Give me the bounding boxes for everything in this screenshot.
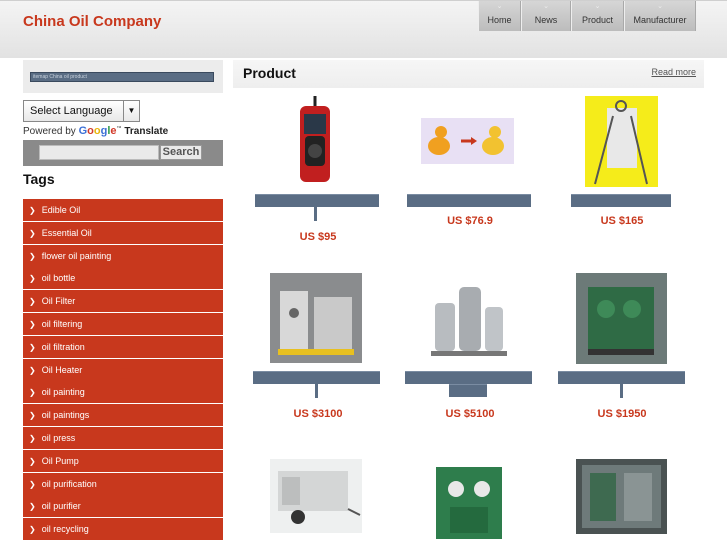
product-price: US $1950 (597, 408, 647, 420)
product-title-bar[interactable] (558, 371, 685, 384)
tag-item[interactable]: ❯ oil press (23, 426, 223, 449)
nav-news[interactable]: ⌄ News (521, 1, 571, 31)
language-select[interactable]: Select Language ▼ (23, 100, 140, 122)
green-machine-icon[interactable] (426, 459, 512, 545)
tag-item[interactable]: ❯ Oil Heater (23, 358, 223, 381)
trailer-purifier-icon[interactable] (270, 459, 362, 533)
product-title-bar[interactable] (407, 194, 531, 207)
product-title-bar-tail (449, 384, 487, 397)
product-title-bar-stem (314, 207, 317, 221)
tag-item[interactable]: ❯ flower oil painting (23, 244, 223, 267)
google-search-bar: Search (23, 140, 223, 166)
google-logo: Google (78, 125, 117, 137)
tag-item[interactable]: ❯ Oil Filter (23, 290, 223, 313)
oil-filter-machine-icon[interactable] (425, 273, 513, 363)
tag-item[interactable]: ❯ oil purifier (23, 495, 223, 518)
product-title-bar[interactable] (405, 371, 532, 384)
product-title-bar[interactable] (255, 194, 379, 207)
chevron-right-icon: ❯ (29, 297, 36, 307)
enclosed-purifier-icon[interactable] (576, 459, 667, 534)
chevron-right-icon: ❯ (29, 251, 36, 261)
product-card[interactable]: US $3100 (253, 273, 383, 423)
product-section-header: Product Read more (233, 60, 704, 88)
chevron-right-icon: ❯ (29, 365, 36, 375)
chevron-right-icon: ❯ (29, 228, 36, 238)
nav-home[interactable]: ⌄ Home (478, 1, 521, 31)
chevron-right-icon: ❯ (29, 433, 36, 443)
product-card[interactable] (557, 459, 687, 545)
tag-item[interactable]: ❯ oil recycling (23, 518, 223, 541)
product-price: US $3100 (293, 408, 343, 420)
header: China Oil Company ⌄ Home ⌄ News ⌄ Product ⌄… (0, 0, 727, 58)
chevron-right-icon: ❯ (29, 342, 36, 352)
page-title: Product (243, 65, 296, 81)
search-button[interactable]: Search (160, 145, 202, 160)
chevron-right-icon: ❯ (29, 502, 36, 512)
product-card[interactable]: US $5100 (405, 273, 535, 423)
chevron-right-icon: ❯ (29, 525, 36, 535)
tag-item[interactable]: ❯ Oil Pump (23, 449, 223, 472)
main-nav: ⌄ Home ⌄ News ⌄ Product ⌄ Manufacturer (478, 1, 696, 31)
product-card[interactable] (253, 459, 383, 545)
paper-stand-icon[interactable] (585, 96, 658, 187)
nav-product[interactable]: ⌄ Product (571, 1, 624, 31)
tag-item[interactable]: ❯ Essential Oil (23, 221, 223, 244)
product-title-bar[interactable] (571, 194, 671, 207)
chevron-down-icon: ▼ (123, 101, 139, 121)
tags-heading: Tags (23, 171, 55, 187)
tag-item[interactable]: ❯ oil filtration (23, 335, 223, 358)
product-price: US $76.9 (447, 215, 493, 227)
site-search-input[interactable]: itemap China oil product (30, 72, 214, 82)
site-search-box: itemap China oil product (23, 60, 223, 93)
tag-item[interactable]: ❯ oil purification (23, 472, 223, 495)
product-title-bar-stem (315, 384, 318, 398)
product-price: US $5100 (445, 408, 495, 420)
tag-item[interactable]: ❯ oil bottle (23, 267, 223, 290)
product-title-bar[interactable] (253, 371, 380, 384)
product-title-bar-stem (620, 384, 623, 398)
chevron-right-icon: ❯ (29, 456, 36, 466)
tag-item[interactable]: ❯ oil filtering (23, 312, 223, 335)
product-price: US $165 (600, 215, 644, 227)
product-card[interactable]: US $165 (557, 96, 687, 246)
chevron-right-icon: ❯ (29, 206, 36, 215)
sidebar: itemap China oil product Select Language… (23, 60, 223, 541)
chevron-right-icon: ❯ (29, 479, 36, 489)
product-card[interactable] (405, 459, 535, 545)
chevron-right-icon: ❯ (29, 274, 36, 284)
chevron-right-icon: ❯ (29, 388, 36, 398)
chevron-right-icon: ❯ (29, 411, 36, 421)
chevron-right-icon: ❯ (29, 319, 36, 329)
green-purifier-icon[interactable] (576, 273, 667, 364)
read-more-link[interactable]: Read more (651, 67, 696, 77)
product-price: US $95 (299, 231, 337, 243)
tags-list: ❯ Edible Oil ❯ Essential Oil ❯ flower oil p… (23, 199, 223, 541)
obd-scanner-icon[interactable] (284, 96, 344, 186)
oil-purifier-icon[interactable] (270, 273, 362, 363)
nav-manufacturer[interactable]: ⌄ Manufacturer (624, 1, 696, 31)
site-logo[interactable]: China Oil Company (23, 13, 161, 30)
powered-by-google: Powered by Google™ Translate (23, 125, 169, 137)
product-card[interactable]: US $1950 (557, 273, 687, 423)
google-search-input[interactable] (39, 145, 159, 160)
tag-item[interactable]: ❯ oil painting (23, 381, 223, 404)
product-card[interactable]: US $76.9 (405, 96, 535, 246)
ducks-icon[interactable] (421, 118, 514, 164)
product-card[interactable]: US $95 (253, 96, 383, 246)
tag-item[interactable]: ❯ Edible Oil (23, 199, 223, 221)
tag-item[interactable]: ❯ oil paintings (23, 404, 223, 427)
